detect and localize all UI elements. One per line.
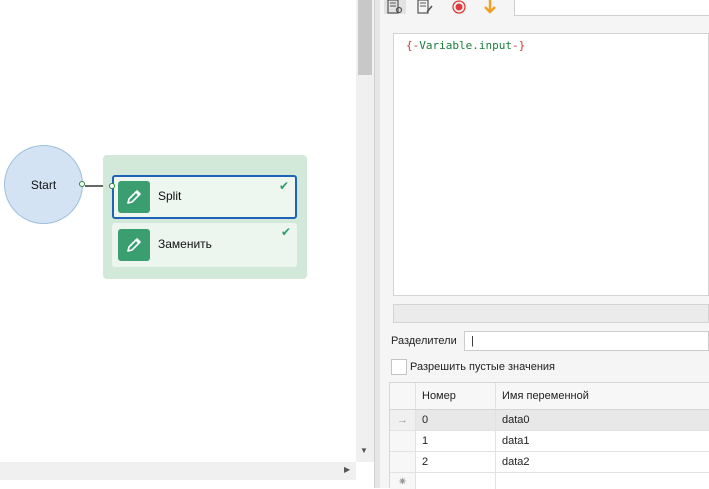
row-variable-cell[interactable]: data2	[496, 452, 709, 472]
table-row[interactable]: 2 data2	[390, 452, 709, 473]
header-corner	[390, 383, 416, 409]
row-indicator	[390, 452, 416, 472]
editor-content: {-Variable.input-}	[406, 39, 525, 52]
table-row[interactable]: → 0 data0	[390, 410, 709, 431]
action-replace[interactable]: Заменить ✔	[112, 223, 297, 267]
open-brace: {-	[406, 39, 420, 52]
action-group[interactable]: Split ✔ Заменить ✔	[103, 155, 307, 279]
project-canvas[interactable]: Start Split ✔ Заменить ✔	[0, 0, 356, 462]
row-number-cell[interactable]: 0	[416, 410, 496, 430]
new-row-asterisk-icon: ✷	[390, 473, 416, 489]
canvas-vertical-scrollbar[interactable]: ▼	[356, 0, 374, 462]
properties-icon[interactable]	[384, 0, 406, 14]
grid-header: Номер Имя переменной	[390, 383, 709, 410]
input-text-editor[interactable]: {-Variable.input-}	[393, 33, 709, 296]
separators-input[interactable]: |	[464, 331, 709, 351]
input-port[interactable]	[109, 183, 115, 189]
new-table-row[interactable]: ✷	[390, 473, 709, 489]
current-row-arrow-icon: →	[390, 410, 416, 430]
record-icon[interactable]	[448, 0, 470, 14]
editor-horizontal-scrollbar[interactable]	[393, 304, 709, 323]
pencil-icon	[118, 229, 150, 261]
close-brace: -}	[511, 39, 526, 52]
variable-text: Variable.input	[419, 39, 512, 52]
scroll-right-icon[interactable]: ▶	[344, 465, 350, 474]
panel-toolbar	[380, 0, 709, 16]
edit-document-icon[interactable]	[414, 0, 436, 14]
scroll-down-icon[interactable]: ▼	[360, 446, 368, 455]
row-variable-cell[interactable]: data0	[496, 410, 709, 430]
row-number-cell[interactable]: 1	[416, 431, 496, 451]
row-number-cell[interactable]: 2	[416, 452, 496, 472]
column-header-variable-name[interactable]: Имя переменной	[496, 383, 709, 409]
check-icon: ✔	[280, 225, 291, 239]
toolbar-field[interactable]	[514, 0, 709, 16]
check-icon: ✔	[278, 179, 289, 193]
allow-empty-option[interactable]: Разрешить пустые значения	[391, 359, 555, 375]
row-variable-cell[interactable]: data1	[496, 431, 709, 451]
variables-grid[interactable]: Номер Имя переменной → 0 data0 1 data1 2…	[389, 382, 709, 489]
start-node-label: Start	[30, 177, 57, 192]
arrow-down-icon[interactable]	[479, 0, 501, 14]
row-indicator	[390, 431, 416, 451]
separators-label: Разделители	[391, 335, 457, 347]
scrollbar-thumb[interactable]	[358, 0, 372, 75]
pencil-icon	[118, 181, 150, 213]
start-node[interactable]: Start	[4, 145, 83, 224]
action-label: Заменить	[158, 237, 212, 251]
column-header-number[interactable]: Номер	[416, 383, 496, 409]
allow-empty-label: Разрешить пустые значения	[410, 361, 556, 373]
new-row-number-cell[interactable]	[416, 473, 496, 489]
allow-empty-checkbox[interactable]	[391, 359, 407, 375]
new-row-variable-cell[interactable]	[496, 473, 709, 489]
properties-panel: {-Variable.input-} Разделители | Разреши…	[380, 0, 709, 489]
action-label: Split	[158, 189, 182, 203]
canvas-horizontal-scrollbar[interactable]: ▶	[0, 462, 356, 480]
action-split[interactable]: Split ✔	[109, 175, 297, 219]
table-row[interactable]: 1 data1	[390, 431, 709, 452]
